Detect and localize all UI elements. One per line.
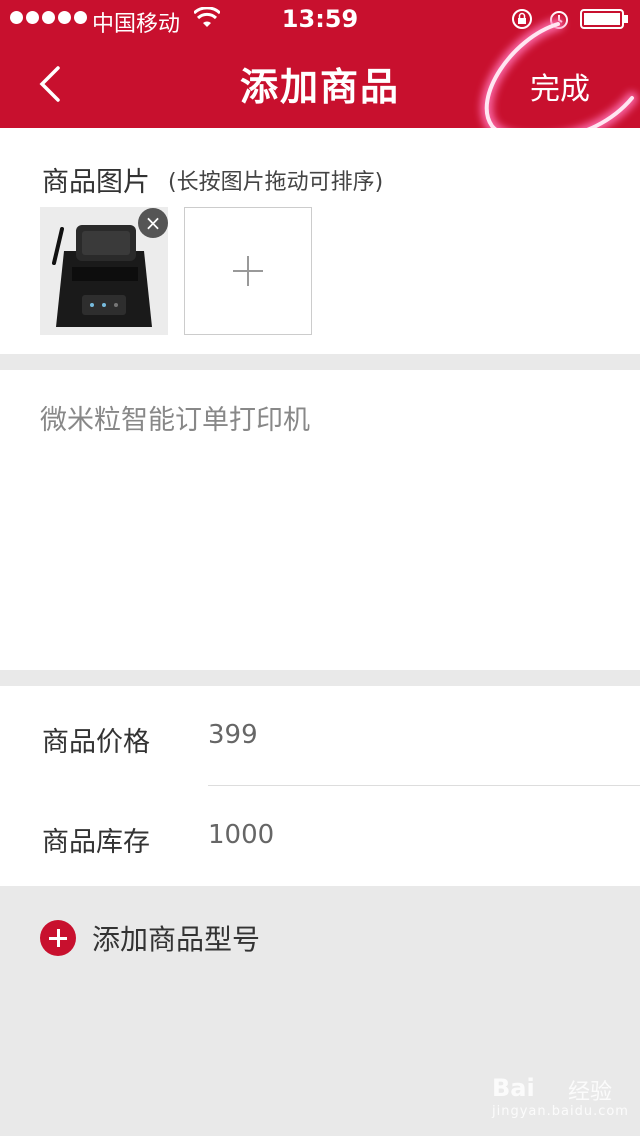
watermark-logo: Bai <box>492 1074 535 1102</box>
done-button[interactable]: 完成 <box>520 64 600 108</box>
rotation-lock-icon <box>512 9 532 29</box>
watermark-text: 经验 <box>568 1080 613 1105</box>
stock-label: 商品库存 <box>42 827 150 858</box>
product-images-section: 商品图片 (长按图片拖动可排序) × <box>0 128 640 354</box>
price-stock-section: 商品价格 399 商品库存 1000 <box>0 686 640 886</box>
product-description-input[interactable]: 微米粒智能订单打印机 <box>40 398 310 437</box>
battery-icon <box>580 9 628 29</box>
field-divider <box>208 785 640 786</box>
status-bar: 中国移动 13:59 <box>0 0 640 40</box>
status-time: 13:59 <box>281 5 359 33</box>
images-label: 商品图片 <box>42 167 150 198</box>
price-label: 商品价格 <box>42 727 150 758</box>
add-image-button[interactable] <box>184 207 312 335</box>
stock-input[interactable]: 1000 <box>208 820 274 850</box>
watermark-url: jingyan.baidu.com <box>492 1104 629 1119</box>
remove-image-button[interactable]: × <box>138 208 168 238</box>
images-sort-hint: (长按图片拖动可排序) <box>168 170 384 195</box>
add-circle-icon <box>40 920 76 956</box>
alarm-icon <box>550 11 568 29</box>
baidu-jingyan-watermark: Bai 经验 jingyan.baidu.com <box>492 1064 632 1124</box>
price-input[interactable]: 399 <box>208 720 258 750</box>
description-section: 微米粒智能订单打印机 <box>0 370 640 670</box>
navigation-bar: 中国移动 13:59 添加商品 完成 <box>0 0 640 128</box>
add-variant-label: 添加商品型号 <box>92 923 261 956</box>
